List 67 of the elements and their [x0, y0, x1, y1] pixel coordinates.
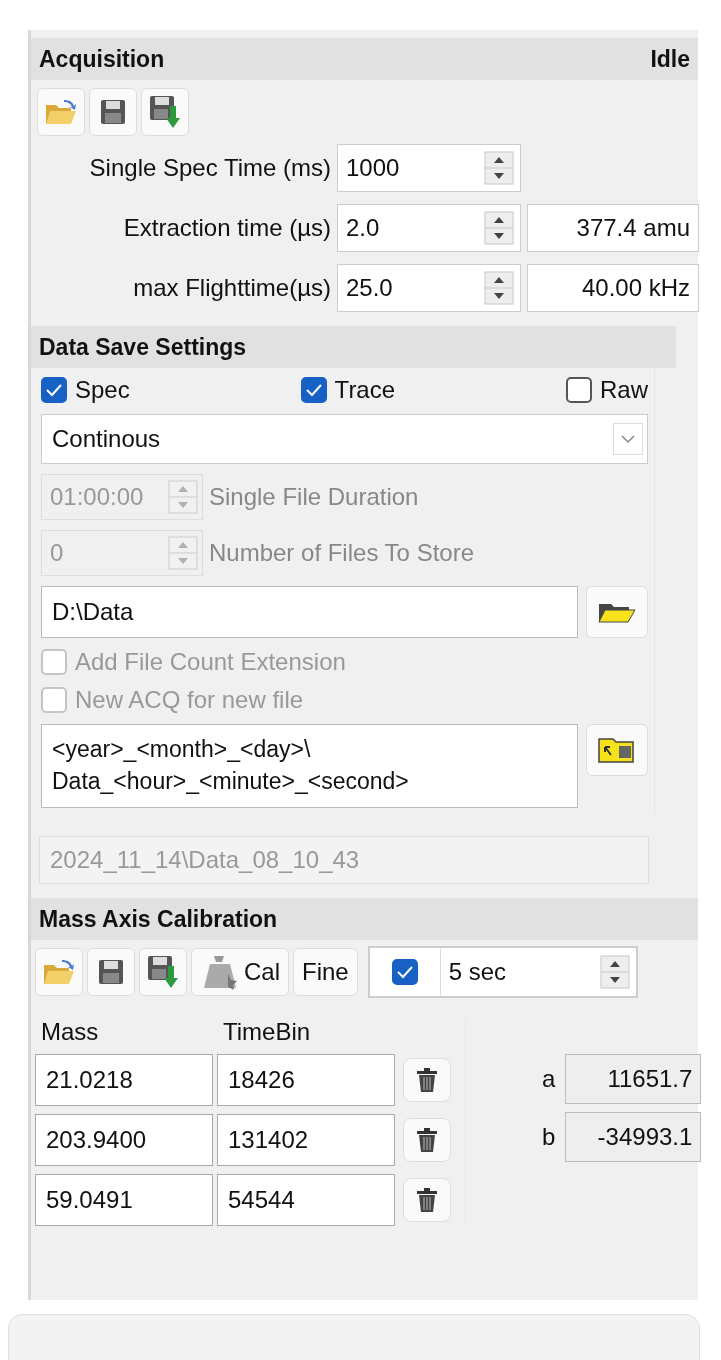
table-cell[interactable]: 21.0218 [35, 1054, 213, 1106]
folder-icon [44, 97, 78, 127]
checkmark-icon [45, 383, 63, 397]
trash-icon [416, 1067, 438, 1093]
checkbox[interactable] [566, 377, 592, 403]
checkbox[interactable] [300, 377, 327, 403]
save-button[interactable] [87, 948, 135, 996]
checkmark-icon [395, 965, 414, 979]
floppy-disk-arrow-icon [148, 94, 182, 130]
spin-field[interactable]: 2.0 [337, 204, 521, 252]
section-title: Data Save Settings [39, 333, 247, 361]
field-label: Single File Duration [209, 483, 419, 511]
readout-field: 40.00 kHz [527, 264, 699, 312]
mode-dropdown[interactable]: Continous [41, 414, 648, 464]
column-header: TimeBin [222, 1018, 312, 1046]
table-cell[interactable]: 131402 [217, 1114, 395, 1166]
fine-button[interactable]: Fine [293, 948, 358, 996]
field-label: Single Spec Time (ms) [88, 154, 331, 182]
checkbox-label: Spec [75, 376, 130, 404]
field-label: max Flighttime(µs) [132, 274, 331, 302]
coefficient-label: b [542, 1123, 556, 1151]
trash-icon [416, 1187, 438, 1213]
coefficient-field: 11651.7 [565, 1054, 702, 1104]
section-title: Mass Axis Calibration [39, 905, 278, 933]
checkbox[interactable] [41, 377, 67, 403]
table-cell[interactable]: 54544 [217, 1174, 395, 1226]
checkbox-label: New ACQ for new file [75, 686, 304, 714]
checkmark-icon [304, 383, 323, 397]
spin-button[interactable] [484, 211, 514, 245]
checkbox-label: Trace [334, 376, 396, 404]
path-field[interactable]: D:\Data [41, 586, 578, 638]
delete-button[interactable] [403, 1178, 451, 1222]
template-folder-button[interactable] [586, 724, 648, 776]
preview-field: 2024_11_14\Data_08_10_43 [39, 836, 649, 884]
trash-icon [416, 1127, 438, 1153]
section-title: Acquisition [39, 45, 165, 73]
delete-button[interactable] [403, 1058, 451, 1102]
table-cell[interactable]: 59.0491 [35, 1174, 213, 1226]
checkbox[interactable] [391, 959, 418, 985]
coefficient-label: a [542, 1065, 556, 1093]
readout-field: 377.4 amu [527, 204, 699, 252]
spin-field[interactable]: 1000 [337, 144, 521, 192]
calibrate-button[interactable]: Cal [191, 948, 289, 996]
status-label: Idle [650, 45, 690, 73]
checkbox-label: Raw [600, 376, 648, 404]
save-button[interactable] [89, 88, 137, 136]
field-label: Extraction time (µs) [122, 214, 331, 242]
save-as-button[interactable] [139, 948, 187, 996]
floppy-disk-arrow-icon [146, 954, 180, 990]
template-field[interactable]: <year>_<month>_<day>\ Data_<hour>_<minute>_<second> [41, 724, 578, 808]
spin-button[interactable] [599, 955, 630, 989]
folder-arrow-icon [597, 735, 637, 765]
spin-button[interactable] [484, 151, 514, 185]
column-header: Mass [40, 1018, 100, 1046]
field-label: Number of Files To Store [209, 539, 474, 567]
folder-icon [42, 957, 76, 987]
spin-button[interactable] [484, 271, 514, 305]
spin-field[interactable]: 25.0 [337, 264, 521, 312]
coefficient-field: -34993.1 [565, 1112, 702, 1162]
interval-spin-field[interactable]: 5 sec [439, 948, 636, 996]
save-as-button[interactable] [141, 88, 189, 136]
chevron-down-icon [613, 423, 643, 455]
browse-folder-button[interactable] [586, 586, 648, 638]
table-cell[interactable]: 203.9400 [35, 1114, 213, 1166]
checkbox-label: Add File Count Extension [75, 648, 346, 676]
table-cell[interactable]: 18426 [217, 1054, 395, 1106]
delete-button[interactable] [403, 1118, 451, 1162]
